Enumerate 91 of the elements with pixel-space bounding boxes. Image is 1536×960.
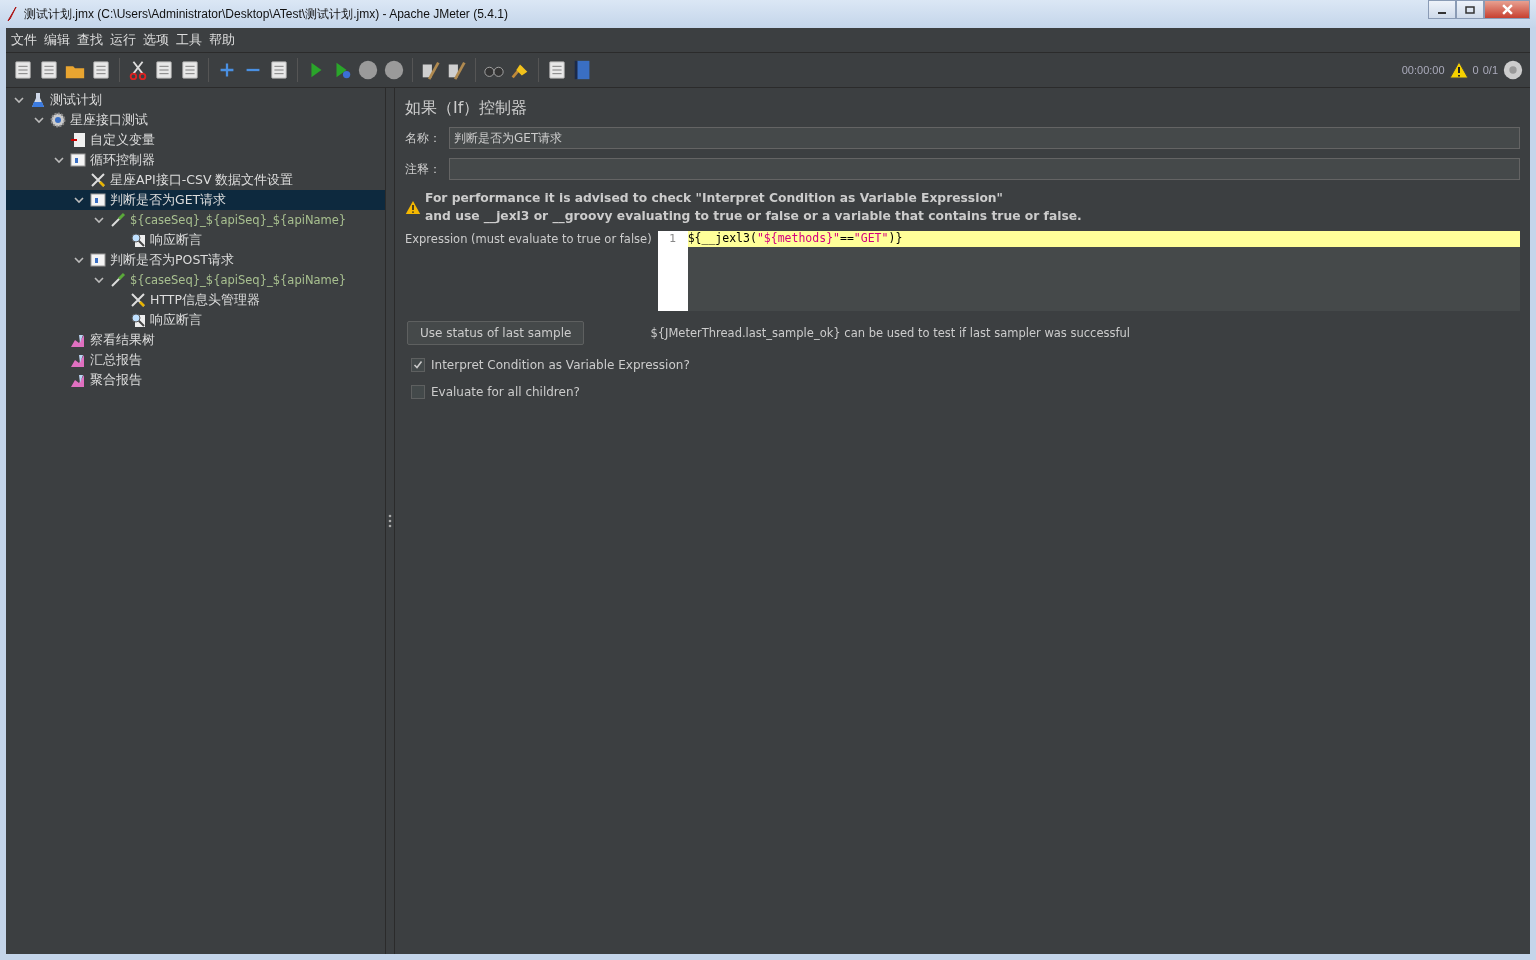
controller-icon xyxy=(70,152,86,168)
menu-item[interactable]: 编辑 xyxy=(41,31,74,49)
tree-item-label: 星座接口测试 xyxy=(70,111,148,129)
chevron-icon[interactable] xyxy=(94,215,104,225)
maximize-button[interactable] xyxy=(1456,0,1484,19)
listener-icon xyxy=(70,352,86,368)
menu-item[interactable]: 选项 xyxy=(140,31,173,49)
checkbox[interactable] xyxy=(411,358,425,372)
tree-item-label: ${caseSeq}_${apiSeq}_${apiName} xyxy=(130,273,347,287)
thread-count: 0/1 xyxy=(1482,64,1498,76)
tree-item-label: 响应断言 xyxy=(150,311,202,329)
tree-item[interactable]: 星座API接口-CSV 数据文件设置 xyxy=(6,170,385,190)
close-button[interactable] xyxy=(1484,0,1530,19)
tree-item[interactable]: 响应断言 xyxy=(6,310,385,330)
tree-item[interactable]: ${caseSeq}_${apiSeq}_${apiName} xyxy=(6,270,385,290)
checkbox-label: Evaluate for all children? xyxy=(431,385,580,399)
comment-label: 注释： xyxy=(405,160,442,178)
tree-item[interactable]: HTTP信息头管理器 xyxy=(6,290,385,310)
tree-item-label: HTTP信息头管理器 xyxy=(150,291,260,309)
sampler-icon xyxy=(110,212,126,228)
hint-text: ${JMeterThread.last_sample_ok} can be used to test if last sampler was successful xyxy=(650,326,1131,340)
tree-item[interactable]: 判断是否为POST请求 xyxy=(6,250,385,270)
warning-text: For performance it is advised to check "Interpret Condition as Variable Expression" xyxy=(425,190,1004,207)
tree-item-label: 判断是否为GET请求 xyxy=(110,191,227,209)
cut-icon[interactable] xyxy=(127,59,149,81)
new-file-icon[interactable] xyxy=(12,59,34,81)
chevron-icon[interactable] xyxy=(34,115,44,125)
maximize-icon xyxy=(1465,4,1475,15)
chevron-icon[interactable] xyxy=(74,195,84,205)
line-number: 1 xyxy=(669,232,677,245)
listener-icon xyxy=(70,332,86,348)
warning-icon xyxy=(1448,61,1469,79)
checkbox[interactable] xyxy=(411,385,425,399)
elapsed-time: 00:00:00 xyxy=(1401,64,1445,76)
minimize-icon xyxy=(1438,11,1446,14)
warning-icon xyxy=(405,199,421,215)
listener-icon xyxy=(70,372,86,388)
tree-item[interactable]: 察看结果树 xyxy=(6,330,385,350)
menu-item[interactable]: 运行 xyxy=(107,31,140,49)
splitter-handle-icon[interactable] xyxy=(388,514,392,528)
tree-item[interactable]: 响应断言 xyxy=(6,230,385,250)
plan-icon xyxy=(30,92,46,108)
config-icon xyxy=(90,172,106,188)
tree-item[interactable]: 汇总报告 xyxy=(6,350,385,370)
tree-item[interactable]: 聚合报告 xyxy=(6,370,385,390)
tree-item-label: 察看结果树 xyxy=(90,331,155,349)
tree-item-label: 汇总报告 xyxy=(90,351,142,369)
panel-title: 如果（If）控制器 xyxy=(405,98,529,119)
menu-item[interactable]: 查找 xyxy=(74,31,107,49)
chevron-icon[interactable] xyxy=(14,95,24,105)
assertion-icon xyxy=(130,312,146,328)
chevron-icon[interactable] xyxy=(54,155,64,165)
sampler-icon xyxy=(110,272,126,288)
tree-item[interactable]: 星座接口测试 xyxy=(6,110,385,130)
comment-field[interactable] xyxy=(449,158,1520,180)
menu-item[interactable]: 文件 xyxy=(8,31,41,49)
controller-icon xyxy=(90,252,106,268)
config-icon xyxy=(130,292,146,308)
assertion-icon xyxy=(130,232,146,248)
use-status-button[interactable]: Use status of last sample xyxy=(407,321,585,345)
menu-item[interactable]: 工具 xyxy=(173,31,206,49)
chevron-icon[interactable] xyxy=(94,275,104,285)
tree-item[interactable]: 测试计划 xyxy=(6,90,385,110)
selected-tree-item[interactable]: 判断是否为GET请求 xyxy=(6,190,385,210)
warning-text: and use __jexl3 or __groovy evaluating to true or false or a variable that contains true or false. xyxy=(425,208,1082,225)
close-icon xyxy=(1501,4,1513,15)
tree-item-label: 判断是否为POST请求 xyxy=(110,251,234,269)
error-count: 0 xyxy=(1472,64,1479,76)
tree-item-label: 星座API接口-CSV 数据文件设置 xyxy=(110,171,294,189)
tree-item-label: 聚合报告 xyxy=(90,371,142,389)
tree-item[interactable]: ${caseSeq}_${apiSeq}_${apiName} xyxy=(6,210,385,230)
tree-item-label: 循环控制器 xyxy=(90,151,155,169)
code-editor[interactable]: 1 ${__jexl3("${methods}"=="GET")} xyxy=(657,231,1520,311)
variables-icon xyxy=(70,132,86,148)
chevron-icon[interactable] xyxy=(74,255,84,265)
menu-item[interactable]: 帮助 xyxy=(206,31,239,49)
tree-item-label: 测试计划 xyxy=(50,91,102,109)
feather-icon xyxy=(6,6,18,22)
tree-item-label: 响应断言 xyxy=(150,231,202,249)
name-label: 名称： xyxy=(405,129,442,147)
tree-item[interactable]: 循环控制器 xyxy=(6,150,385,170)
name-field[interactable]: 判断是否为GET请求 xyxy=(449,127,1520,149)
window-title: 测试计划.jmx (C:\Users\Administrator\Desktop\ATest\测试计划.jmx) - Apache JMeter (5.4.1) xyxy=(24,5,509,23)
checkbox-label: Interpret Condition as Variable Expression? xyxy=(431,358,690,372)
tree-item[interactable]: 自定义变量 xyxy=(6,130,385,150)
minimize-button[interactable] xyxy=(1428,0,1456,19)
controller-icon xyxy=(90,192,106,208)
tree-item-label: ${caseSeq}_${apiSeq}_${apiName} xyxy=(130,213,347,227)
thread-group-icon xyxy=(50,112,66,128)
tree-item-label: 自定义变量 xyxy=(90,131,155,149)
expression-label: Expression (must evaluate to true or false) xyxy=(405,231,652,246)
